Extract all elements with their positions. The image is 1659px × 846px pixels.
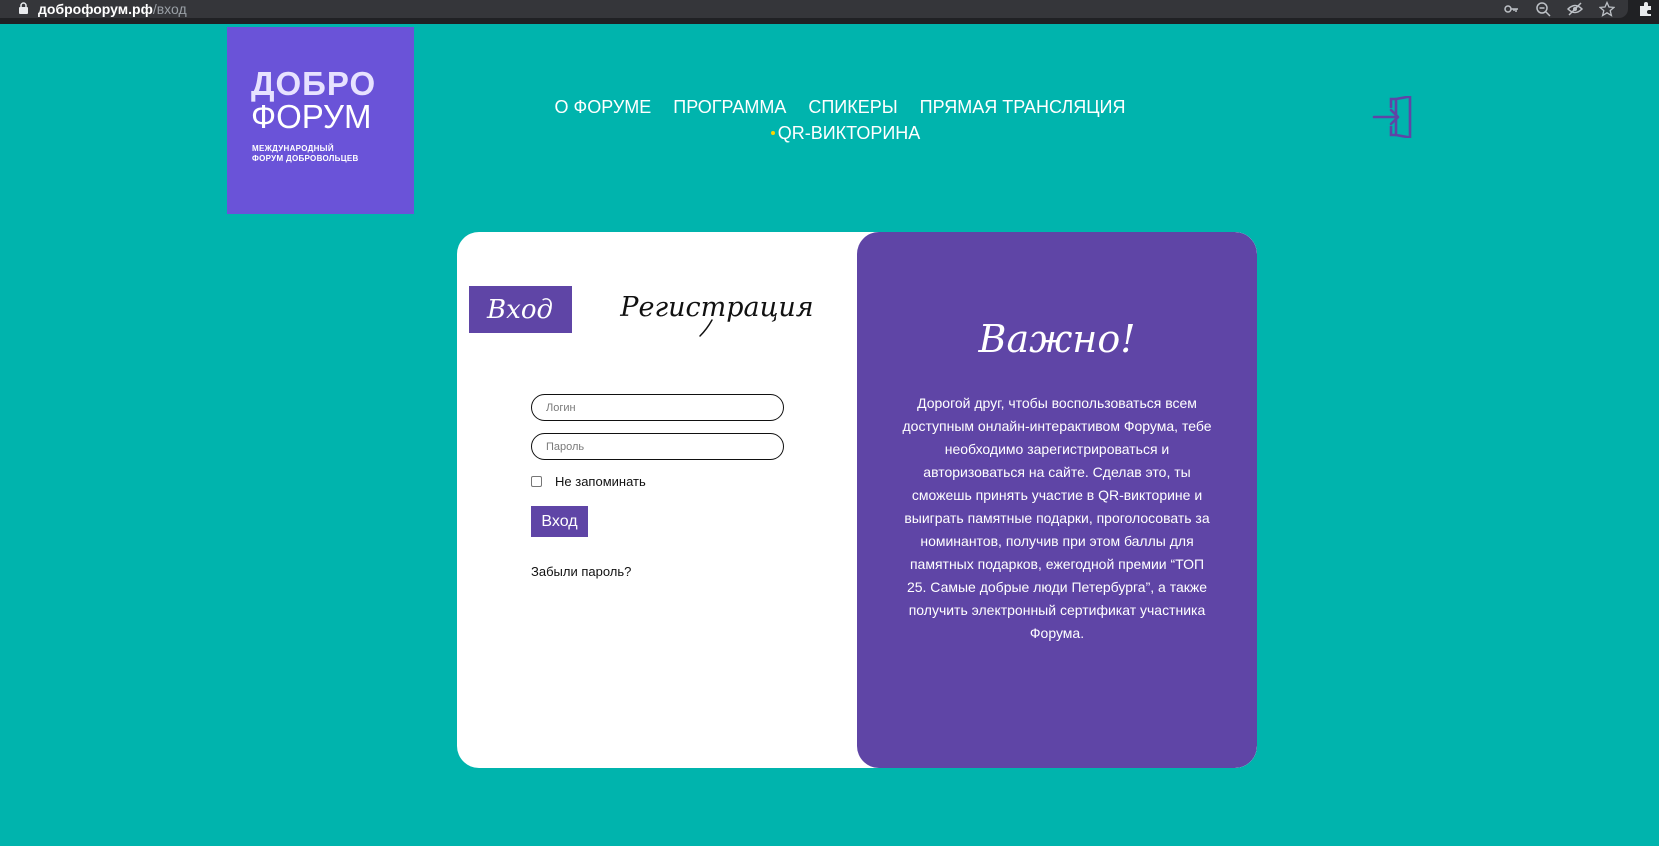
logo-title-forum: ФОРУМ [251, 98, 372, 135]
star-icon[interactable] [1599, 1, 1615, 17]
forgot-password-link[interactable]: Забыли пароль? [531, 564, 631, 579]
login-field[interactable] [531, 394, 784, 421]
login-card: Вход Регистрация Не запоминать Вход Забы… [457, 232, 1257, 768]
logo-subtitle: МЕЖДУНАРОДНЫЙ ФОРУМ ДОБРОВОЛЬЦЕВ [252, 144, 359, 164]
info-panel: Важно! Дорогой друг, чтобы воспользовать… [857, 232, 1257, 768]
tab-register-handwriting: Регистрация [619, 292, 814, 337]
url-text[interactable]: доброфорум.рф/вход [38, 1, 187, 17]
login-door-icon[interactable] [1372, 96, 1416, 138]
site-logo[interactable]: ДОБРО ФОРУМ МЕЖДУНАРОДНЫЙ ФОРУМ ДОБРОВОЛ… [227, 27, 414, 214]
puzzle-icon[interactable] [1638, 1, 1654, 17]
logo-title-dobro: ДОБРО [251, 65, 377, 102]
main-nav: О ФОРУМЕ ПРОГРАММА СПИКЕРЫ ПРЯМАЯ ТРАНСЛ… [555, 94, 1126, 146]
info-text: Дорогой друг, чтобы воспользоваться всем… [902, 395, 1212, 641]
lock-icon[interactable] [18, 2, 29, 14]
login-submit-button[interactable]: Вход [531, 506, 588, 537]
key-icon[interactable] [1503, 1, 1519, 17]
remember-row[interactable]: Не запоминать [531, 474, 646, 489]
nav-item-quiz[interactable]: QR-ВИКТОРИНА [778, 123, 921, 144]
browser-toolbar: доброфорум.рф/вход [0, 0, 1659, 24]
tab-login[interactable]: Вход [469, 286, 572, 333]
nav-row: О ФОРУМЕ ПРОГРАММА СПИКЕРЫ ПРЯМАЯ ТРАНСЛ… [555, 94, 1126, 120]
remember-label[interactable]: Не запоминать [555, 474, 646, 489]
tab-login-handwriting: Вход [486, 295, 553, 325]
remember-checkbox[interactable] [531, 476, 542, 487]
nav-item-speakers[interactable]: СПИКЕРЫ [808, 97, 897, 118]
nav-item-live[interactable]: ПРЯМАЯ ТРАНСЛЯЦИЯ [920, 97, 1126, 118]
url-host: доброфорум.рф [38, 1, 153, 17]
eye-off-icon[interactable] [1567, 1, 1583, 17]
nav-item-program[interactable]: ПРОГРАММА [673, 97, 786, 118]
password-field[interactable] [531, 433, 784, 460]
nav-item-about[interactable]: О ФОРУМЕ [555, 97, 652, 118]
tab-register[interactable]: Регистрация [592, 284, 842, 340]
info-title: Важно! [978, 317, 1136, 361]
logo-subtitle-line1: МЕЖДУНАРОДНЫЙ [252, 144, 334, 153]
zoom-out-icon[interactable] [1535, 1, 1551, 17]
nav-separator [770, 131, 775, 135]
url-path: /вход [152, 1, 187, 17]
tab-login-label: Вход [486, 295, 553, 325]
info-title-text: Важно! [978, 317, 1136, 361]
tab-register-label: Регистрация [619, 292, 813, 323]
logo-subtitle-line2: ФОРУМ ДОБРОВОЛЬЦЕВ [252, 154, 359, 163]
nav-row: QR-ВИКТОРИНА [560, 120, 1120, 146]
address-bar[interactable]: доброфорум.рф/вход [0, 0, 1628, 18]
